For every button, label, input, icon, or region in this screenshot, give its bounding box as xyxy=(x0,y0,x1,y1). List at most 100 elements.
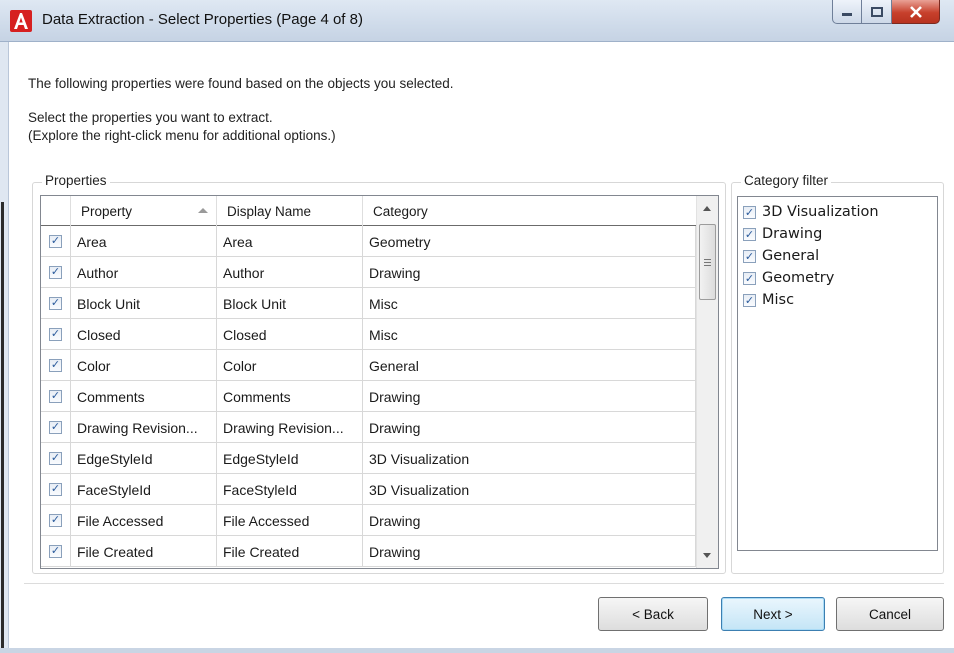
display-name-cell[interactable]: File Accessed xyxy=(217,505,363,536)
category-filter-list: ✓ 3D Visualization ✓ Drawing ✓ General ✓ Geomet… xyxy=(737,196,938,551)
property-cell[interactable]: EdgeStyleId xyxy=(71,443,217,474)
table-row[interactable]: ✓ Area Area Geometry xyxy=(41,226,696,257)
checkmark-icon: ✓ xyxy=(744,271,755,285)
next-button[interactable]: Next > xyxy=(721,597,825,631)
column-header-display-name[interactable]: Display Name xyxy=(217,196,363,226)
checkbox[interactable]: ✓ xyxy=(49,266,62,279)
maximize-button[interactable] xyxy=(862,0,892,24)
display-name-cell[interactable]: Comments xyxy=(217,381,363,412)
column-header-property[interactable]: Property xyxy=(71,196,217,226)
table-row[interactable]: ✓ Color Color General xyxy=(41,350,696,381)
checkbox[interactable]: ✓ xyxy=(49,545,62,558)
checkbox[interactable]: ✓ xyxy=(743,249,756,263)
row-checkbox-cell[interactable]: ✓ xyxy=(41,257,71,288)
row-checkbox-cell[interactable]: ✓ xyxy=(41,505,71,536)
checkbox[interactable]: ✓ xyxy=(49,235,62,248)
category-filter-item[interactable]: ✓ General xyxy=(738,245,937,267)
row-checkbox-cell[interactable]: ✓ xyxy=(41,288,71,319)
table-row[interactable]: ✓ File Accessed File Accessed Drawing xyxy=(41,505,696,536)
property-cell[interactable]: File Created xyxy=(71,536,217,567)
table-row[interactable]: ✓ FaceStyleId FaceStyleId 3D Visualization xyxy=(41,474,696,505)
column-header-check[interactable] xyxy=(41,196,71,226)
checkmark-icon: ✓ xyxy=(50,390,61,402)
display-name-cell[interactable]: Closed xyxy=(217,319,363,350)
category-cell[interactable]: Geometry xyxy=(363,226,696,257)
checkbox[interactable]: ✓ xyxy=(743,227,756,241)
table-body: ✓ Area Area Geometry ✓ Author Author Drawing ✓ Bl… xyxy=(41,226,696,567)
checkbox[interactable]: ✓ xyxy=(49,297,62,310)
display-name-cell[interactable]: EdgeStyleId xyxy=(217,443,363,474)
category-cell[interactable]: General xyxy=(363,350,696,381)
checkmark-icon: ✓ xyxy=(50,328,61,340)
checkmark-icon: ✓ xyxy=(50,483,61,495)
checkbox[interactable]: ✓ xyxy=(49,421,62,434)
table-row[interactable]: ✓ File Created File Created Drawing xyxy=(41,536,696,567)
checkbox[interactable]: ✓ xyxy=(743,293,756,307)
scroll-up-arrow-icon[interactable] xyxy=(703,206,711,211)
table-row[interactable]: ✓ EdgeStyleId EdgeStyleId 3D Visualization xyxy=(41,443,696,474)
category-cell[interactable]: 3D Visualization xyxy=(363,474,696,505)
table-row[interactable]: ✓ Closed Closed Misc xyxy=(41,319,696,350)
table-row[interactable]: ✓ Author Author Drawing xyxy=(41,257,696,288)
row-checkbox-cell[interactable]: ✓ xyxy=(41,381,71,412)
checkmark-icon: ✓ xyxy=(744,227,755,241)
category-cell[interactable]: Drawing xyxy=(363,412,696,443)
row-checkbox-cell[interactable]: ✓ xyxy=(41,443,71,474)
checkbox[interactable]: ✓ xyxy=(743,205,756,219)
column-header-category[interactable]: Category xyxy=(363,196,696,226)
display-name-cell[interactable]: Block Unit xyxy=(217,288,363,319)
checkbox[interactable]: ✓ xyxy=(49,452,62,465)
property-cell[interactable]: Drawing Revision... xyxy=(71,412,217,443)
category-filter-item[interactable]: ✓ Geometry xyxy=(738,267,937,289)
table-row[interactable]: ✓ Block Unit Block Unit Misc xyxy=(41,288,696,319)
category-cell[interactable]: Drawing xyxy=(363,257,696,288)
row-checkbox-cell[interactable]: ✓ xyxy=(41,412,71,443)
property-cell[interactable]: Area xyxy=(71,226,217,257)
properties-group-label: Properties xyxy=(42,173,110,188)
row-checkbox-cell[interactable]: ✓ xyxy=(41,226,71,257)
row-checkbox-cell[interactable]: ✓ xyxy=(41,474,71,505)
category-filter-item[interactable]: ✓ 3D Visualization xyxy=(738,201,937,223)
property-cell[interactable]: Comments xyxy=(71,381,217,412)
category-cell[interactable]: Drawing xyxy=(363,505,696,536)
table-row[interactable]: ✓ Drawing Revision... Drawing Revision... D… xyxy=(41,412,696,443)
checkbox[interactable]: ✓ xyxy=(49,328,62,341)
display-name-cell[interactable]: File Created xyxy=(217,536,363,567)
property-cell[interactable]: Author xyxy=(71,257,217,288)
display-name-cell[interactable]: Color xyxy=(217,350,363,381)
table-header: Property Display Name Category xyxy=(41,196,696,226)
category-cell[interactable]: Drawing xyxy=(363,381,696,412)
category-cell[interactable]: 3D Visualization xyxy=(363,443,696,474)
category-cell[interactable]: Drawing xyxy=(363,536,696,567)
checkbox[interactable]: ✓ xyxy=(49,390,62,403)
minimize-button[interactable] xyxy=(832,0,862,24)
column-header-label: Category xyxy=(373,203,428,219)
checkbox[interactable]: ✓ xyxy=(743,271,756,285)
category-filter-item[interactable]: ✓ Misc xyxy=(738,289,937,311)
checkbox[interactable]: ✓ xyxy=(49,483,62,496)
back-button[interactable]: < Back xyxy=(598,597,708,631)
row-checkbox-cell[interactable]: ✓ xyxy=(41,350,71,381)
display-name-cell[interactable]: FaceStyleId xyxy=(217,474,363,505)
cancel-button[interactable]: Cancel xyxy=(836,597,944,631)
display-name-cell[interactable]: Area xyxy=(217,226,363,257)
property-cell[interactable]: FaceStyleId xyxy=(71,474,217,505)
scroll-thumb[interactable] xyxy=(699,224,716,300)
property-cell[interactable]: Color xyxy=(71,350,217,381)
category-cell[interactable]: Misc xyxy=(363,288,696,319)
category-filter-item[interactable]: ✓ Drawing xyxy=(738,223,937,245)
display-name-cell[interactable]: Author xyxy=(217,257,363,288)
property-cell[interactable]: File Accessed xyxy=(71,505,217,536)
row-checkbox-cell[interactable]: ✓ xyxy=(41,319,71,350)
category-cell[interactable]: Misc xyxy=(363,319,696,350)
property-cell[interactable]: Closed xyxy=(71,319,217,350)
property-cell[interactable]: Block Unit xyxy=(71,288,217,319)
vertical-scrollbar[interactable] xyxy=(696,196,718,568)
checkbox[interactable]: ✓ xyxy=(49,514,62,527)
table-row[interactable]: ✓ Comments Comments Drawing xyxy=(41,381,696,412)
scroll-down-arrow-icon[interactable] xyxy=(703,553,711,558)
row-checkbox-cell[interactable]: ✓ xyxy=(41,536,71,567)
checkbox[interactable]: ✓ xyxy=(49,359,62,372)
display-name-cell[interactable]: Drawing Revision... xyxy=(217,412,363,443)
close-button[interactable] xyxy=(892,0,940,24)
